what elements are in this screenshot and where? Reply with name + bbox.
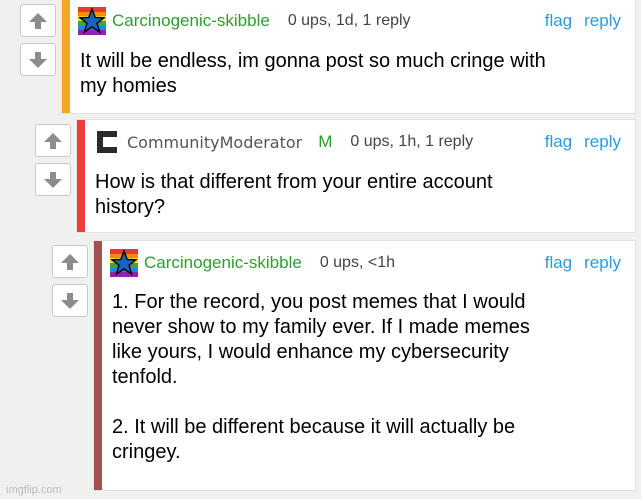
reply-link[interactable]: reply [584, 11, 621, 31]
comment-body: It will be endless, im gonna post so muc… [80, 50, 546, 97]
comment-body: 1. For the record, you post memes that I… [112, 291, 530, 463]
comment-meta: 0 ups, 1d, 1 reply [287, 12, 411, 29]
comment-2: CommunityModerator M 0 ups, 1h, 1 reply … [35, 120, 635, 232]
arrow-up-icon [43, 132, 63, 150]
flag-link[interactable]: flag [545, 132, 572, 152]
comment-header: CommunityModerator M 0 ups, 1h, 1 reply … [93, 127, 621, 157]
comment-3: Carcinogenic-skibble 0 ups, <1h flag rep… [52, 241, 635, 490]
downvote-button[interactable] [35, 163, 71, 196]
comment-card: CommunityModerator M 0 ups, 1h, 1 reply … [77, 120, 635, 232]
vote-controls [35, 124, 71, 196]
downvote-button[interactable] [20, 43, 56, 76]
upvote-button[interactable] [20, 4, 56, 37]
arrow-down-icon [28, 51, 48, 69]
flag-link[interactable]: flag [545, 253, 572, 273]
username[interactable]: Carcinogenic-skibble [144, 253, 302, 273]
reply-link[interactable]: reply [584, 253, 621, 273]
comment-header: Carcinogenic-skibble 0 ups, 1d, 1 reply … [78, 6, 621, 36]
arrow-up-icon [28, 12, 48, 30]
upvote-button[interactable] [52, 245, 88, 278]
comment-body: How is that different from your entire a… [95, 171, 493, 218]
rainbow-star-avatar[interactable] [78, 7, 106, 35]
comment-card: Carcinogenic-skibble 0 ups, <1h flag rep… [94, 241, 635, 490]
vote-controls [52, 245, 88, 317]
downvote-button[interactable] [52, 284, 88, 317]
comment-header: Carcinogenic-skibble 0 ups, <1h flag rep… [110, 248, 621, 278]
comment-1: Carcinogenic-skibble 0 ups, 1d, 1 reply … [20, 0, 635, 113]
upvote-button[interactable] [35, 124, 71, 157]
username[interactable]: CommunityModerator [127, 133, 302, 152]
arrow-up-icon [60, 253, 80, 271]
imgflip-watermark: imgflip.com [6, 484, 62, 496]
vote-controls [20, 4, 56, 76]
username[interactable]: Carcinogenic-skibble [112, 11, 270, 31]
arrow-down-icon [43, 171, 63, 189]
rainbow-star-avatar[interactable] [110, 249, 138, 277]
comment-meta: 0 ups, <1h [319, 254, 395, 271]
bracket-logo-avatar[interactable] [93, 128, 121, 156]
arrow-down-icon [60, 292, 80, 310]
comment-meta: 0 ups, 1h, 1 reply [350, 133, 474, 150]
comment-card: Carcinogenic-skibble 0 ups, 1d, 1 reply … [62, 0, 635, 113]
reply-link[interactable]: reply [584, 132, 621, 152]
flag-link[interactable]: flag [545, 11, 572, 31]
moderator-badge: M [318, 132, 333, 151]
